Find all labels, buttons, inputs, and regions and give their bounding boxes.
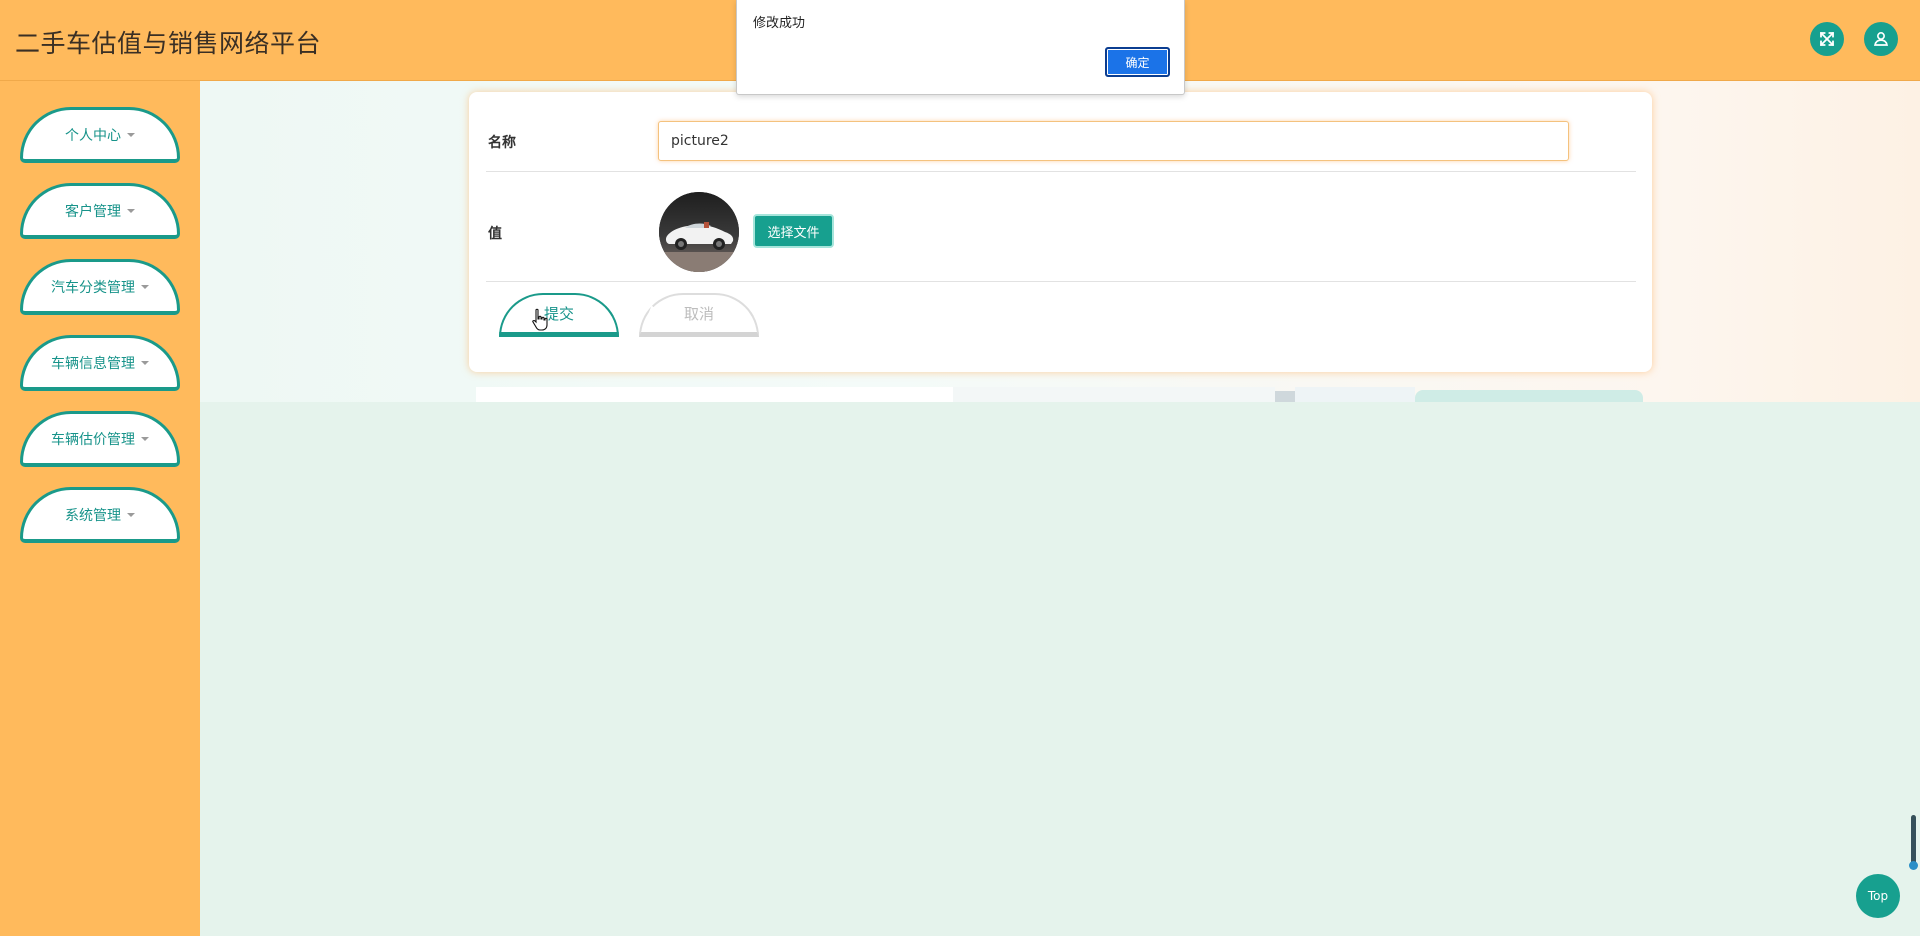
- back-to-top-button[interactable]: Top: [1856, 874, 1900, 918]
- sidebar-item-car-category-management[interactable]: 汽车分类管理: [20, 259, 180, 315]
- car-photo-icon: [659, 192, 739, 272]
- background-decoration: [1295, 387, 1415, 402]
- background-decoration: [1275, 391, 1295, 402]
- sidebar-item-label: 车辆估价管理: [51, 431, 135, 448]
- sidebar-item-label: 客户管理: [65, 203, 121, 220]
- alert-dialog: 修改成功 确定: [736, 0, 1185, 95]
- sidebar-item-label: 系统管理: [65, 507, 121, 524]
- background-decoration: [1415, 390, 1643, 402]
- sidebar-item-label: 个人中心: [65, 127, 121, 144]
- name-label: 名称: [488, 135, 516, 151]
- alert-message: 修改成功: [753, 16, 806, 31]
- sidebar-item-vehicle-valuation-management[interactable]: 车辆估价管理: [20, 411, 180, 467]
- sidebar-item-personal-center[interactable]: 个人中心: [20, 107, 180, 163]
- image-preview: [659, 192, 739, 272]
- sidebar-item-label: 汽车分类管理: [51, 279, 135, 296]
- edit-form-card: 名称 值 选择文件 提交 取消: [469, 92, 1652, 372]
- row-divider: [486, 281, 1636, 282]
- sidebar-item-customer-management[interactable]: 客户管理: [20, 183, 180, 239]
- expand-arrows-icon: [1820, 32, 1834, 46]
- caret-down-icon: [127, 512, 135, 517]
- caret-down-icon: [127, 132, 135, 137]
- name-input[interactable]: [658, 121, 1569, 161]
- sidebar-item-label: 车辆信息管理: [51, 355, 135, 372]
- user-menu-button[interactable]: [1864, 22, 1898, 56]
- alert-ok-button[interactable]: 确定: [1105, 47, 1170, 77]
- sidebar-item-system-management[interactable]: 系统管理: [20, 487, 180, 543]
- fullscreen-button[interactable]: [1810, 22, 1844, 56]
- caret-down-icon: [141, 436, 149, 441]
- caret-down-icon: [141, 284, 149, 289]
- background-decoration: [953, 387, 1275, 402]
- value-label: 值: [488, 226, 502, 242]
- sidebar-item-vehicle-info-management[interactable]: 车辆信息管理: [20, 335, 180, 391]
- sidebar: 个人中心 客户管理 汽车分类管理 车辆信息管理 车辆估价管理 系统管理: [0, 81, 200, 936]
- app-title: 二手车估值与销售网络平台: [15, 29, 322, 58]
- scroll-indicator[interactable]: [1909, 815, 1918, 870]
- background-decoration: [476, 387, 953, 402]
- caret-down-icon: [141, 360, 149, 365]
- row-divider: [486, 171, 1636, 172]
- user-icon: [1873, 32, 1889, 46]
- caret-down-icon: [127, 208, 135, 213]
- submit-button[interactable]: 提交: [499, 293, 619, 337]
- choose-file-button[interactable]: 选择文件: [753, 214, 834, 248]
- cancel-button[interactable]: 取消: [639, 293, 759, 337]
